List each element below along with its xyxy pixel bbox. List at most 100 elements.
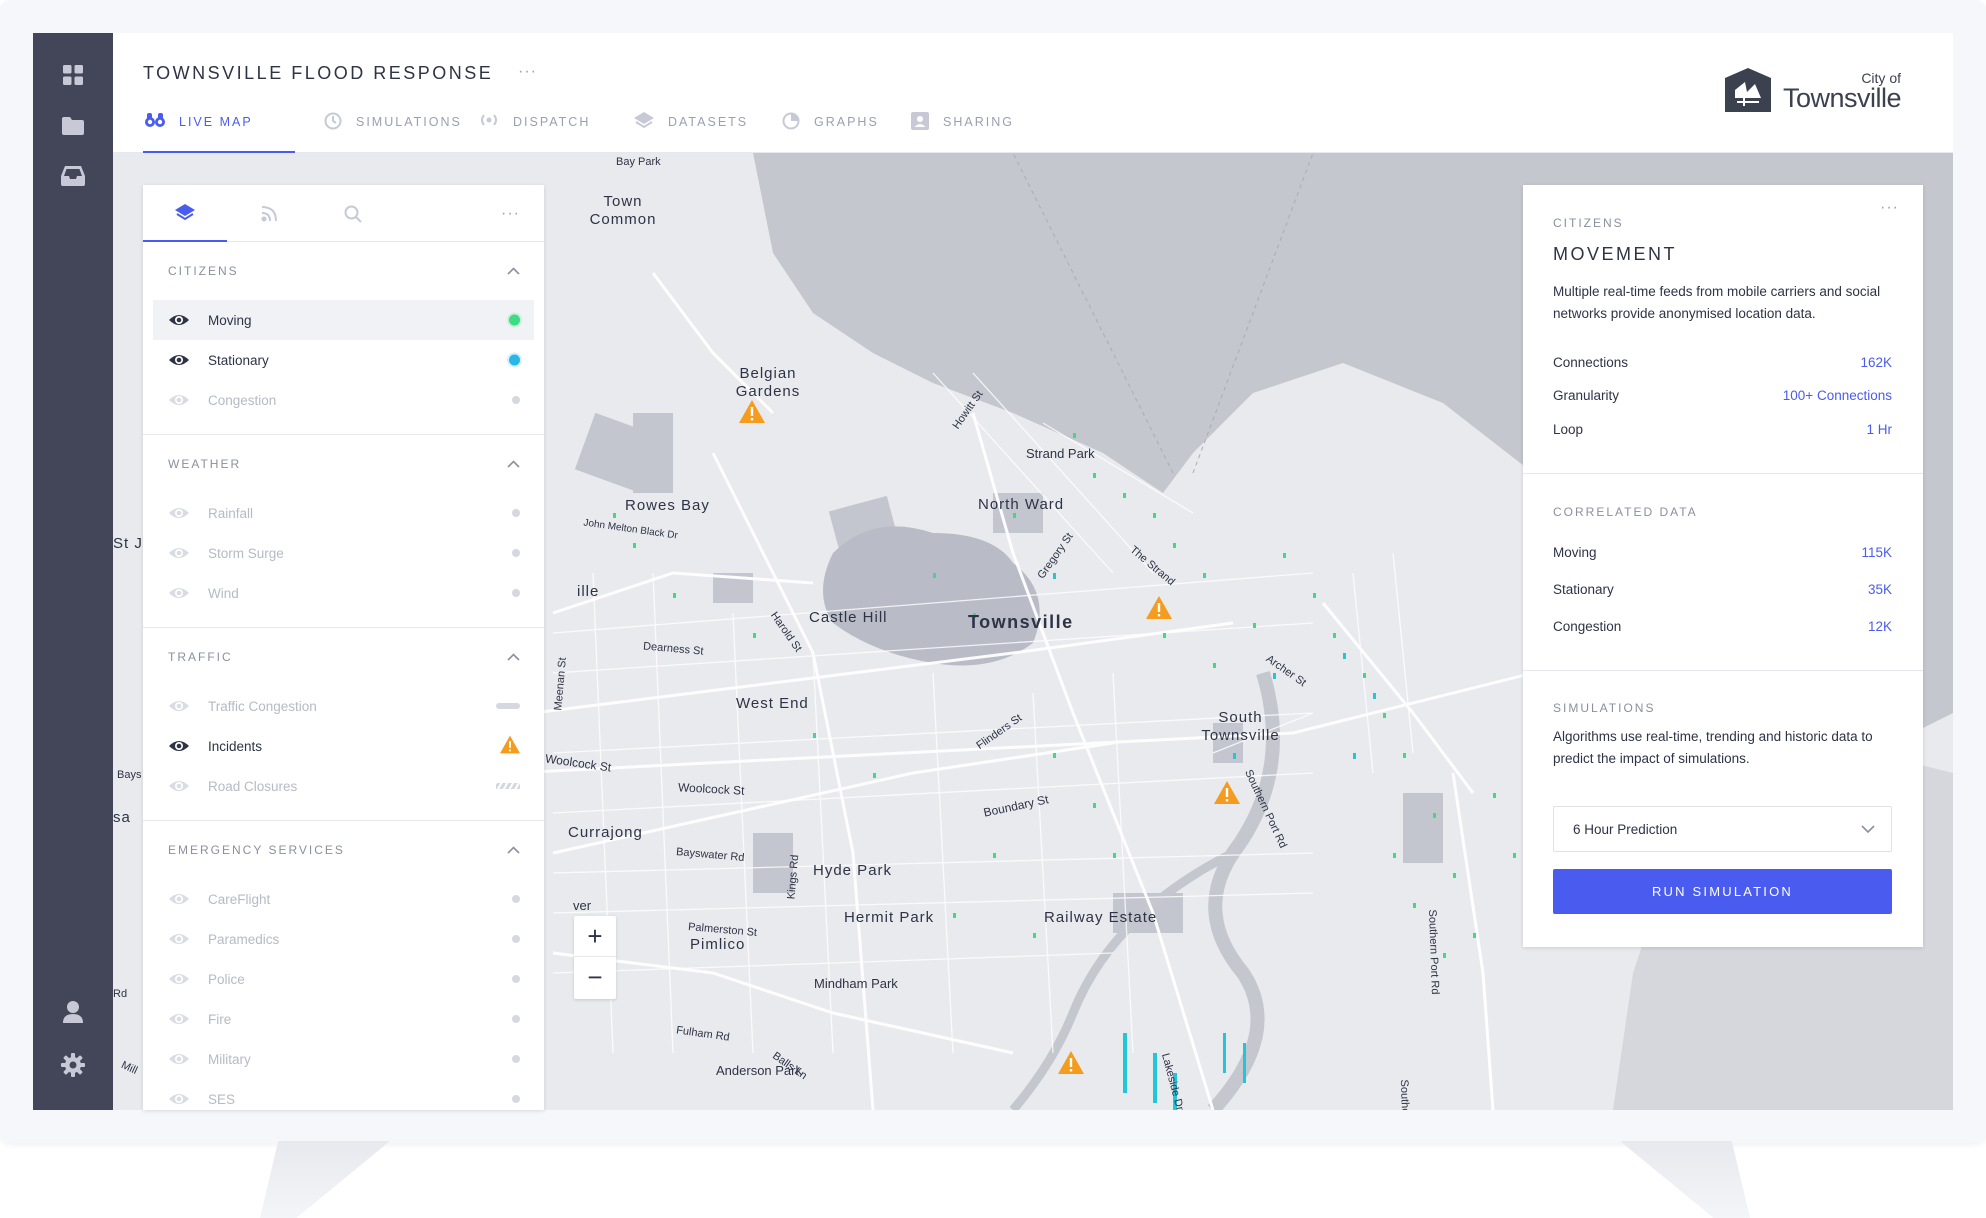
movement-info-panel: ··· CITIZENS MOVEMENT Multiple real-time… (1523, 185, 1923, 947)
eye-icon[interactable] (168, 932, 190, 946)
chevron-up-icon[interactable] (507, 460, 520, 468)
dashboard-grid-icon[interactable] (60, 63, 86, 87)
eye-icon[interactable] (168, 313, 190, 327)
eye-icon[interactable] (168, 1052, 190, 1066)
stat-label: Loop (1553, 422, 1584, 437)
eye-icon[interactable] (168, 1012, 190, 1026)
layer-section-title: CITIZENS (168, 264, 239, 278)
map-label-rowes-bay: Rowes Bay (625, 497, 710, 514)
zoom-in-button[interactable]: + (574, 916, 616, 957)
eye-icon[interactable] (168, 546, 190, 560)
tab-live-map[interactable]: LIVE MAP (143, 113, 295, 153)
layer-item[interactable]: SES (153, 1079, 534, 1110)
chevron-up-icon[interactable] (507, 653, 520, 661)
info-more-button[interactable]: ··· (1880, 199, 1899, 217)
layer-item[interactable]: CareFlight (153, 879, 534, 919)
layer-section-header[interactable]: EMERGENCY SERVICES (143, 821, 544, 879)
app-header: TOWNSVILLE FLOOD RESPONSE ··· LIVE MAP S… (113, 33, 1953, 153)
gear-icon[interactable] (60, 1053, 86, 1077)
eye-icon[interactable] (168, 739, 190, 753)
correlated-label: Stationary (1553, 582, 1614, 597)
tab-datasets[interactable]: DATASETS (634, 112, 748, 153)
eye-icon[interactable] (168, 972, 190, 986)
layer-item[interactable]: Traffic Congestion (153, 686, 534, 726)
layer-section-header[interactable]: WEATHER (143, 435, 544, 493)
feed-tab[interactable] (227, 185, 311, 242)
tab-simulations[interactable]: SIMULATIONS (324, 112, 462, 153)
map-label-belgian-gardens: Belgian Gardens (735, 365, 801, 400)
layer-item-label: SES (208, 1091, 236, 1107)
layer-item[interactable]: Fire (153, 999, 534, 1039)
layer-item[interactable]: Road Closures (153, 766, 534, 806)
layer-item[interactable]: Wind (153, 573, 534, 613)
incident-marker-icon[interactable] (1214, 781, 1240, 804)
run-simulation-button[interactable]: RUN SIMULATION (1553, 869, 1892, 914)
layers-panel-tabs: ··· (143, 185, 544, 242)
map-label-west-end: West End (736, 695, 809, 712)
search-tab[interactable] (311, 185, 395, 242)
layer-sections: CITIZENS Moving Stationary Congestion WEATHE… (143, 242, 544, 1110)
layer-item[interactable]: Congestion (153, 380, 534, 420)
side-rail (33, 33, 113, 1110)
app-title: TOWNSVILLE FLOOD RESPONSE (143, 63, 494, 83)
map-label-bay-park: Bay Park (616, 156, 661, 168)
incident-marker-icon[interactable] (739, 400, 765, 423)
logo-big-text: Townsville (1782, 82, 1902, 113)
layer-item[interactable]: Moving (153, 300, 534, 340)
eye-icon[interactable] (168, 892, 190, 906)
tab-dispatch[interactable]: DISPATCH (479, 114, 590, 153)
eye-icon[interactable] (168, 586, 190, 600)
layer-item-label: Paramedics (208, 931, 280, 947)
layer-item[interactable]: Police (153, 959, 534, 999)
eye-icon[interactable] (168, 353, 190, 367)
search-icon (344, 205, 362, 223)
layer-item[interactable]: Rainfall (153, 493, 534, 533)
layer-section-header[interactable]: TRAFFIC (143, 628, 544, 686)
title-more-button[interactable]: ··· (518, 63, 537, 81)
tab-sharing[interactable]: SHARING (911, 112, 1014, 153)
monitor-stand-right (1620, 1141, 1750, 1218)
layer-item[interactable]: Stationary (153, 340, 534, 380)
map-label-sa: sa (113, 809, 131, 826)
incident-marker-icon[interactable] (1058, 1051, 1084, 1074)
layers-tab[interactable] (143, 185, 227, 242)
eye-icon[interactable] (168, 699, 190, 713)
status-dot (509, 314, 520, 326)
prediction-select[interactable]: 6 Hour Prediction (1553, 806, 1892, 852)
stat-granularity: Granularity 100+ Connections (1553, 388, 1892, 403)
pie-chart-icon (782, 112, 800, 130)
layer-item-label: Fire (208, 1011, 232, 1027)
map-label-ver: ver (573, 898, 592, 913)
layer-item-label: Congestion (208, 392, 277, 408)
eye-icon[interactable] (168, 779, 190, 793)
layer-item-label: Storm Surge (208, 545, 284, 561)
layer-item[interactable]: Incidents (153, 726, 534, 766)
map-label-bays: Bays (117, 769, 142, 781)
tab-graphs[interactable]: GRAPHS (782, 112, 879, 153)
eye-icon[interactable] (168, 506, 190, 520)
layer-section-header[interactable]: CITIZENS (143, 242, 544, 300)
layer-item[interactable]: Storm Surge (153, 533, 534, 573)
clock-icon (324, 112, 342, 130)
zoom-out-button[interactable]: − (574, 957, 616, 998)
map-label-southe: Southe (1397, 1079, 1412, 1110)
divider (1523, 473, 1923, 474)
layer-item-label: Stationary (208, 352, 269, 368)
user-icon[interactable] (60, 1000, 86, 1024)
layer-item[interactable]: Paramedics (153, 919, 534, 959)
chevron-up-icon[interactable] (507, 846, 520, 854)
map-label-st-j: St J (113, 535, 143, 552)
status-dot (512, 975, 520, 983)
folder-icon[interactable] (60, 114, 86, 138)
incident-marker-icon[interactable] (1146, 596, 1172, 619)
layer-item[interactable]: Military (153, 1039, 534, 1079)
status-dot (512, 1015, 520, 1023)
chevron-up-icon[interactable] (507, 267, 520, 275)
layer-item-label: Rainfall (208, 505, 254, 521)
correlated-label: Moving (1553, 545, 1597, 560)
layers-more-button[interactable]: ··· (501, 205, 520, 223)
eye-icon[interactable] (168, 1092, 190, 1106)
eye-icon[interactable] (168, 393, 190, 407)
stat-value: 100+ Connections (1782, 388, 1892, 403)
inbox-icon[interactable] (60, 164, 86, 188)
